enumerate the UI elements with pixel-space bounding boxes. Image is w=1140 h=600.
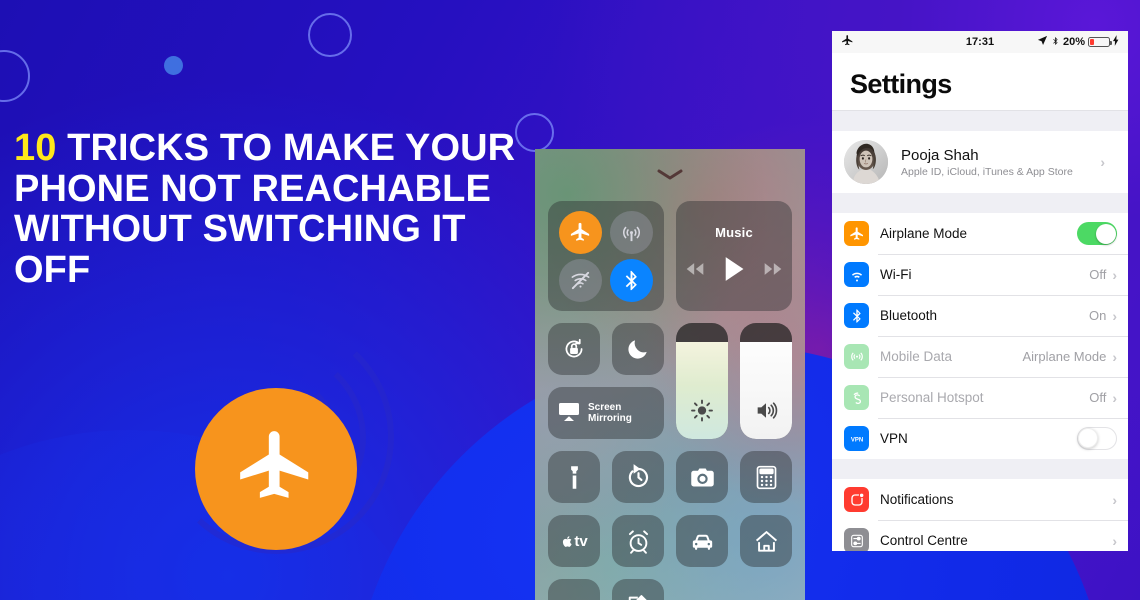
airplane-badge [195,388,357,550]
chevron-right-icon: › [1112,307,1117,324]
music-title: Music [715,225,753,240]
toggle-airplane-mode[interactable] [1077,222,1117,245]
bluetooth-icon [844,303,869,328]
rotation-lock-icon[interactable] [548,323,600,375]
flashlight-icon[interactable] [548,451,600,503]
profile-group[interactable]: Pooja Shah Apple ID, iCloud, iTunes & Ap… [832,131,1128,193]
notes-icon[interactable] [612,579,664,600]
bluetooth-icon [1051,35,1060,50]
settings-row-bluetooth[interactable]: Bluetooth On › [832,295,1128,336]
system-group[interactable]: Notifications › Control Centre › [832,479,1128,551]
settings-row-label: VPN [880,431,908,446]
music-widget[interactable]: Music [676,201,792,311]
timer-icon[interactable] [612,451,664,503]
battery-percent: 20% [1062,36,1085,48]
settings-row-label: Personal Hotspot [880,390,984,405]
chevron-right-icon: › [1112,389,1117,406]
page-title: 10 TRICKS TO MAKE YOUR PHONE NOT REACHAB… [14,128,524,291]
settings-row-label: Airplane Mode [880,226,968,241]
screen-mirroring-label: Screen Mirroring [588,401,632,425]
play-icon[interactable] [723,256,745,287]
settings-row-label: Mobile Data [880,349,953,364]
car-icon[interactable] [676,515,728,567]
vpn-icon: VPN [844,426,869,451]
bolt-icon [1113,35,1119,49]
brightness-icon [691,399,713,422]
chevron-down-icon[interactable] [535,163,805,185]
airplane-icon[interactable] [559,210,602,254]
avatar [844,140,888,184]
cellular-icon [844,344,869,369]
notifications-icon [844,487,869,512]
toggle-knob [1095,223,1116,244]
settings-row-wi-fi[interactable]: Wi-Fi Off › [832,254,1128,295]
camera-icon[interactable] [676,451,728,503]
settings-row-value: On [1088,308,1107,323]
settings-row-value: Airplane Mode [1022,349,1107,364]
toggle-vpn[interactable] [1077,427,1117,450]
wifi-icon [844,262,869,287]
screen-mirroring-button[interactable]: Screen Mirroring [548,387,664,439]
control-center-panel[interactable]: Music Screen Mirroring tv [535,149,805,600]
profile-subtitle: Apple ID, iCloud, iTunes & App Store [901,165,1073,178]
cellular-icon[interactable] [610,210,653,254]
bluetooth-icon[interactable] [610,258,653,302]
rewind-icon[interactable] [685,262,705,281]
hotspot-icon [844,385,869,410]
connectivity-group[interactable]: Airplane Mode Wi-Fi Off › Bluetooth On › Mobile… [832,213,1128,459]
location-arrow-icon [1037,35,1048,49]
settings-row-personal-hotspot[interactable]: Personal Hotspot Off › [832,377,1128,418]
headline-text: TRICKS TO MAKE YOUR PHONE NOT REACHABLE … [14,127,516,291]
settings-row-label: Notifications [880,492,954,507]
chevron-right-icon: › [1112,348,1117,365]
brightness-slider[interactable] [676,323,728,439]
control-center-apps[interactable]: tv [548,451,792,600]
settings-row-value: Off [1089,390,1107,405]
apple-tv-label: tv [574,532,588,550]
volume-icon [757,402,778,419]
headline-number: 10 [14,127,57,169]
alarm-icon[interactable] [612,515,664,567]
apple-tv-icon[interactable]: tv [548,515,600,567]
page-title: Settings [832,53,1128,111]
settings-row-label: Wi-Fi [880,267,912,282]
battery-icon[interactable] [548,579,600,600]
chevron-right-icon: › [1100,154,1105,170]
iphone-settings-screen[interactable]: 17:31 20% Settings Pooja Shah Apple ID, … [832,31,1128,551]
airplane-icon [844,221,869,246]
section-gap-2 [832,193,1128,213]
wifi-off-icon[interactable] [559,258,602,302]
settings-row-label: Control Centre [880,533,968,548]
settings-row-control-centre[interactable]: Control Centre › [832,520,1128,551]
control-centre-icon [844,528,869,551]
settings-row-vpn[interactable]: VPN VPN [832,418,1128,459]
connectivity-tile[interactable] [548,201,664,311]
settings-row-mobile-data[interactable]: Mobile Data Airplane Mode › [832,336,1128,377]
profile-name: Pooja Shah [901,146,979,164]
fast-forward-icon[interactable] [763,262,783,281]
decorative-dot [164,56,183,75]
svg-text:VPN: VPN [850,437,862,443]
battery-indicator [1088,37,1112,47]
apple-id-row[interactable]: Pooja Shah Apple ID, iCloud, iTunes & Ap… [832,131,1128,193]
airplay-icon [557,399,581,427]
chevron-right-icon: › [1112,266,1117,283]
volume-slider[interactable] [740,323,792,439]
home-icon[interactable] [740,515,792,567]
calculator-icon[interactable] [740,451,792,503]
settings-row-airplane-mode[interactable]: Airplane Mode [832,213,1128,254]
settings-row-label: Bluetooth [880,308,938,323]
moon-icon[interactable] [612,323,664,375]
status-bar: 17:31 20% [832,31,1128,53]
chevron-right-icon: › [1112,491,1117,508]
decorative-ring-top [308,13,352,57]
section-gap [832,111,1128,131]
settings-row-value: Off [1089,267,1107,282]
section-gap-3 [832,459,1128,479]
toggle-knob [1078,428,1098,448]
airplane-icon [233,424,319,515]
chevron-right-icon: › [1112,532,1117,549]
settings-row-notifications[interactable]: Notifications › [832,479,1128,520]
